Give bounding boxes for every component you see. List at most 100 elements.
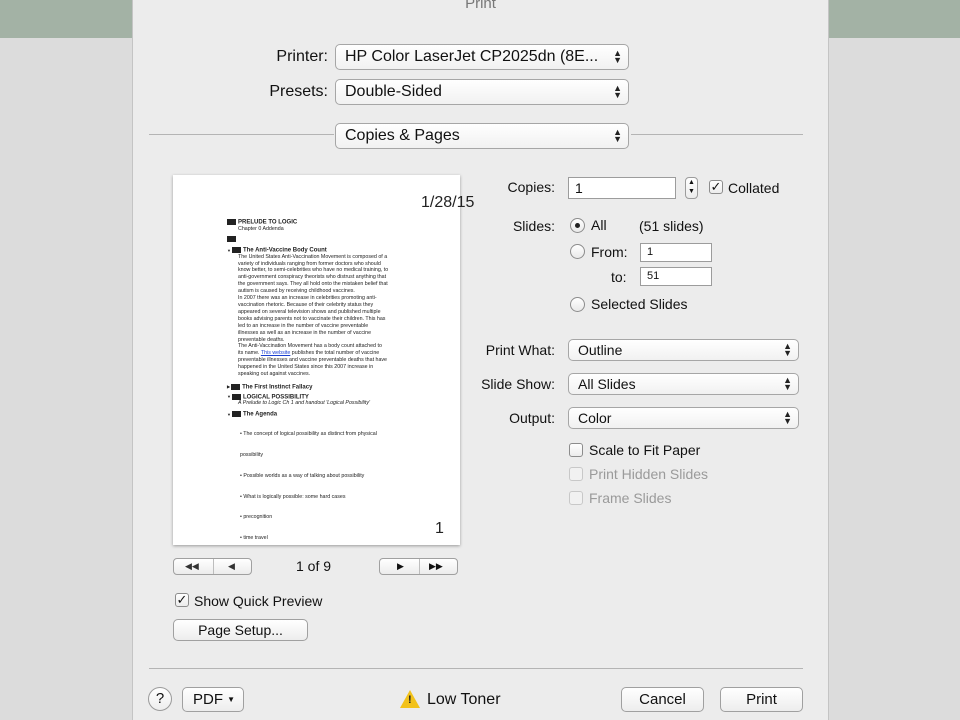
preview-body-line: vaccination rhetoric. Because of their c… — [238, 301, 374, 308]
scale-to-fit-checkbox[interactable] — [569, 443, 583, 457]
preview-link-prefix: its name. — [238, 350, 261, 357]
page-preview: 1/28/15 PRELUDE TO LOGIC Chapter 0 Adden… — [173, 175, 474, 545]
slide-show-value: All Slides — [578, 376, 636, 392]
warning-icon: ! — [400, 690, 420, 708]
background-bar-right — [827, 0, 960, 38]
print-dialog: Print Printer: HP Color LaserJet CP2025d… — [132, 0, 829, 720]
section-select[interactable]: Copies & Pages ▲ ▼ — [335, 123, 629, 149]
scale-to-fit-label: Scale to Fit Paper — [589, 442, 701, 458]
preview-body-line: The Anti-Vaccination Movement has a body… — [238, 343, 382, 350]
disclosure-triangle-icon: ▶ — [227, 384, 231, 390]
frame-slides-checkbox[interactable] — [569, 491, 583, 505]
cancel-button[interactable]: Cancel — [621, 687, 704, 712]
copies-label: Copies: — [507, 179, 555, 195]
background-bar-left — [0, 0, 132, 38]
slides-all-radio[interactable] — [570, 218, 585, 233]
copies-stepper[interactable]: ▲ ▼ — [685, 177, 698, 199]
preview-body-line: illnesses as well as an increase in the … — [238, 329, 372, 336]
outline-slide-icon — [231, 383, 241, 390]
first-page-icon[interactable]: ◀◀ — [185, 559, 199, 574]
preview-body-line: happened in the United States since this… — [238, 364, 374, 371]
help-button[interactable]: ? — [148, 687, 172, 711]
disclosure-triangle-icon: ▼ — [227, 247, 231, 253]
nav-divider — [419, 559, 420, 574]
preview-heading-1-sub: Chapter 0 Addenda — [238, 225, 284, 232]
preview-back-buttons[interactable]: ◀◀ ◀ — [173, 558, 252, 575]
outline-slide-icon — [231, 411, 241, 418]
stepper-down-icon[interactable]: ▼ — [688, 188, 695, 195]
page-setup-button[interactable]: Page Setup... — [173, 619, 308, 641]
preview-agenda-line: possibility — [240, 452, 263, 459]
outline-slide-icon — [227, 236, 236, 243]
section-divider-left — [149, 134, 334, 135]
preview-agenda-line: • precognition — [240, 514, 273, 521]
preview-agenda-line: • Possible worlds as a way of talking ab… — [240, 472, 365, 479]
print-hidden-slides-label: Print Hidden Slides — [589, 466, 709, 482]
preview-heading-5: The Agenda — [242, 411, 278, 418]
preview-body-link-line: its name. This website publishes the tot… — [238, 350, 452, 357]
output-label: Output: — [509, 410, 555, 426]
section-value: Copies & Pages — [345, 127, 460, 144]
preview-body-line: led to an increase in the number of vacc… — [238, 322, 369, 329]
section-divider-right — [631, 134, 803, 135]
printer-label: Printer: — [276, 48, 328, 65]
output-select[interactable]: Color ▲ ▼ — [568, 407, 799, 429]
dropdown-arrow-icon: ▼ — [227, 695, 235, 704]
slide-show-label: Slide Show: — [481, 376, 555, 392]
print-hidden-slides-checkbox[interactable] — [569, 467, 583, 481]
slides-from-input[interactable]: 1 — [640, 243, 712, 262]
outline-slide-icon — [231, 393, 241, 400]
slides-from-radio[interactable] — [570, 244, 585, 259]
print-what-select[interactable]: Outline ▲ ▼ — [568, 339, 799, 361]
preview-body: The United States Anti-Vaccination Movem… — [227, 254, 452, 378]
collated-checkbox[interactable]: ✓ — [709, 180, 723, 194]
updown-arrows-icon: ▲ ▼ — [613, 127, 622, 144]
previous-page-icon[interactable]: ◀ — [228, 559, 235, 574]
slides-label: Slides: — [512, 218, 555, 234]
preview-body-line: The United States Anti-Vaccination Movem… — [238, 253, 388, 260]
print-what-label: Print What: — [485, 342, 555, 358]
updown-arrows-icon: ▲ ▼ — [783, 341, 792, 358]
presets-select[interactable]: Double-Sided ▲ ▼ — [335, 79, 629, 105]
preview-agenda-line: • What is logically possible: some hard … — [240, 493, 346, 500]
updown-arrows-icon: ▲ ▼ — [613, 83, 622, 100]
presets-value: Double-Sided — [345, 83, 442, 100]
printer-select[interactable]: HP Color LaserJet CP2025dn (8E... ▲ ▼ — [335, 44, 629, 70]
print-button[interactable]: Print — [720, 687, 803, 712]
updown-arrows-icon: ▲ ▼ — [783, 409, 792, 426]
window-title: Print — [465, 0, 496, 12]
slide-show-select[interactable]: All Slides ▲ ▼ — [568, 373, 799, 395]
preview-body-line: appeared on several television shows and… — [238, 308, 381, 315]
preview-forward-buttons[interactable]: ▶ ▶▶ — [379, 558, 458, 575]
nav-divider — [213, 559, 214, 574]
pdf-button[interactable]: PDF ▼ — [182, 687, 244, 712]
footer-divider — [149, 668, 803, 669]
slides-count: (51 slides) — [639, 218, 704, 234]
selected-slides-radio[interactable] — [570, 297, 585, 312]
preview-body-line: books advising parents not to vaccinate … — [238, 315, 386, 322]
show-quick-preview-checkbox[interactable]: ✓ — [175, 593, 189, 607]
preview-body-line: know better, to semi-celebrities who hav… — [238, 267, 389, 274]
page-indicator: 1 of 9 — [296, 558, 332, 574]
next-page-icon[interactable]: ▶ — [397, 559, 404, 574]
preview-heading-4-sub: A Prelude to Logic Ch 1 and handout 'Log… — [238, 400, 370, 407]
last-page-icon[interactable]: ▶▶ — [429, 559, 443, 574]
preview-body-line: preventable illnesses and vaccine preven… — [238, 357, 388, 364]
preview-agenda: • The concept of logical possibility as … — [227, 418, 452, 556]
pdf-label: PDF — [193, 691, 223, 708]
preview-body-line: the government says. They all hold onto … — [238, 281, 388, 288]
collated-label: Collated — [728, 180, 780, 196]
slides-to-input[interactable]: 51 — [640, 267, 712, 286]
preview-link: This website — [260, 350, 291, 357]
stepper-up-icon[interactable]: ▲ — [688, 179, 695, 186]
preview-content: PRELUDE TO LOGIC Chapter 0 Addenda ▼ The … — [227, 219, 452, 556]
preview-page-number: 1 — [435, 520, 444, 537]
preview-heading-1: PRELUDE TO LOGIC — [238, 219, 298, 226]
disclosure-triangle-icon: ▼ — [227, 394, 231, 400]
preview-body-line: In 2007 there was an increase in celebri… — [238, 295, 377, 302]
updown-arrows-icon: ▲ ▼ — [613, 48, 622, 65]
preview-agenda-line: • The concept of logical possibility as … — [240, 431, 377, 438]
updown-arrows-icon: ▲ ▼ — [783, 375, 792, 392]
printer-value: HP Color LaserJet CP2025dn (8E... — [345, 48, 599, 65]
copies-input[interactable]: 1 — [568, 177, 676, 199]
